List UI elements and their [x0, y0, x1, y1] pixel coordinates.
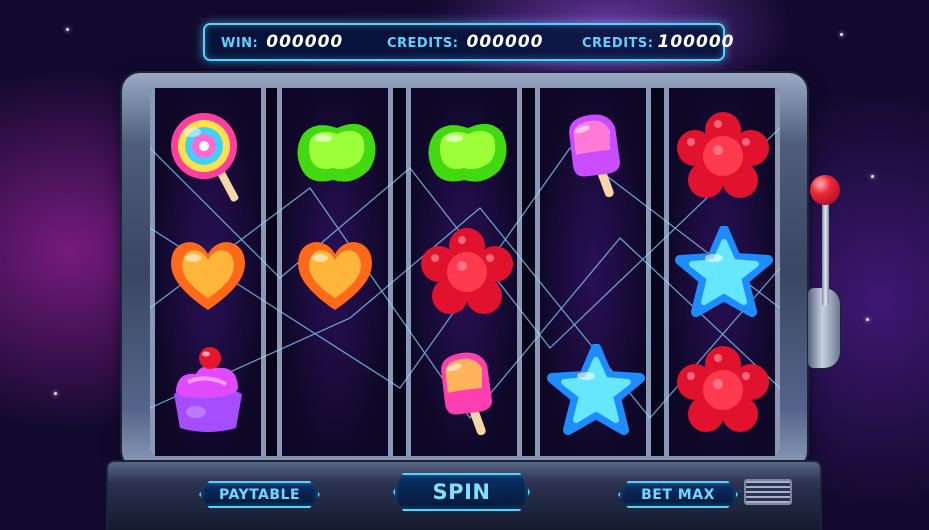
credits-total-label: CREDITS:: [582, 36, 654, 51]
popsicle-icon: [560, 108, 636, 202]
heart-candy-icon: [166, 234, 250, 314]
blue-star-jelly-icon: [674, 226, 774, 320]
star: [66, 28, 69, 31]
bet-max-button[interactable]: BET MAX: [618, 481, 738, 508]
reels-window: [150, 88, 780, 456]
lever-knob[interactable]: [810, 175, 840, 205]
green-jelly-icon: [424, 116, 512, 188]
win-label: WIN:: [221, 36, 259, 51]
credits-display: CREDITS: 000000: [387, 32, 543, 54]
paytable-button[interactable]: PAYTABLE: [199, 481, 320, 508]
heart-candy-icon: [293, 234, 377, 314]
win-display: WIN: 000000: [221, 32, 343, 54]
star: [840, 33, 843, 36]
red-gummy-flower-icon: [676, 110, 770, 200]
red-gummy-flower-icon: [676, 344, 770, 434]
credits-value: 000000: [466, 32, 544, 52]
lollipop-icon: [168, 110, 250, 206]
win-value: 000000: [266, 32, 344, 52]
lever-rod[interactable]: [822, 196, 829, 306]
spin-button[interactable]: SPIN: [393, 473, 530, 511]
star: [54, 392, 57, 395]
info-bar: WIN: 000000 CREDITS: 000000 CREDITS: 100…: [203, 23, 733, 61]
credits-total-value: 100000: [657, 32, 735, 52]
star: [866, 318, 869, 321]
green-jelly-icon: [293, 116, 381, 188]
blue-star-jelly-icon: [546, 344, 646, 438]
credits-total-display: CREDITS: 100000: [582, 32, 734, 54]
red-gummy-flower-icon: [420, 226, 514, 316]
star: [871, 175, 874, 178]
popsicle-icon: [432, 346, 508, 440]
cupcake-icon: [166, 340, 250, 436]
speaker-grille-icon: [744, 479, 792, 505]
credits-label: CREDITS:: [387, 36, 459, 51]
